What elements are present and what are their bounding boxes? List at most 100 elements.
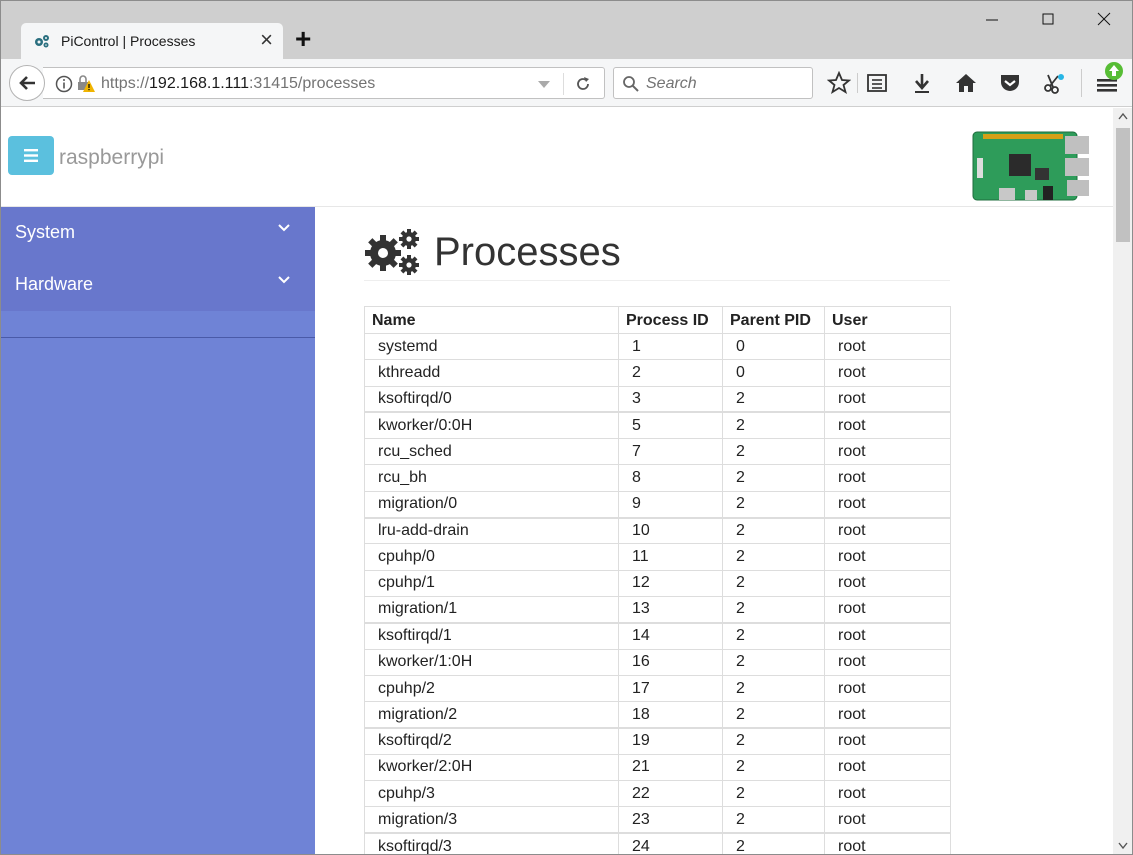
cell-parent-pid: 2 <box>722 621 825 650</box>
cell-name: cpuhp/0 <box>364 543 619 571</box>
cell-parent-pid: 2 <box>722 701 825 729</box>
cell-process-id: 9 <box>618 490 723 519</box>
cell-parent-pid: 2 <box>722 726 825 755</box>
sidebar-menu: System Hardware <box>1 207 315 311</box>
table-row: rcu_sched 7 2 root <box>364 438 951 466</box>
table-row: ksoftirqd/2 19 2 root <box>364 726 951 755</box>
search-icon <box>623 76 639 92</box>
scroll-down-icon[interactable] <box>1118 842 1128 850</box>
cell-user: root <box>824 595 951 624</box>
search-input[interactable]: Search <box>613 67 813 99</box>
cell-user: root <box>824 569 951 597</box>
table-row: kworker/1:0H 16 2 root <box>364 648 951 676</box>
web-page: raspberrypi System Hardware Processes Na… <box>1 108 1113 854</box>
table-row: migration/0 9 2 root <box>364 490 951 519</box>
cell-parent-pid: 2 <box>722 780 825 808</box>
cell-parent-pid: 2 <box>722 753 825 782</box>
bookmark-star-icon[interactable] <box>827 71 851 95</box>
maximize-icon[interactable] <box>1033 7 1063 31</box>
cell-user: root <box>824 516 951 545</box>
cell-process-id: 8 <box>618 464 723 492</box>
pocket-icon[interactable] <box>998 71 1022 95</box>
table-row: cpuhp/2 17 2 root <box>364 674 951 703</box>
scrollbar-thumb[interactable] <box>1116 128 1130 242</box>
gears-icon <box>35 35 49 48</box>
cell-name: cpuhp/1 <box>364 569 619 597</box>
chevron-down-icon <box>278 224 290 232</box>
screenshot-scissors-icon[interactable] <box>1042 71 1066 95</box>
table-row: kworker/2:0H 21 2 root <box>364 753 951 782</box>
download-icon[interactable] <box>910 71 934 95</box>
scroll-up-icon[interactable] <box>1118 112 1128 120</box>
table-row: kthreadd 2 0 root <box>364 359 951 387</box>
cell-user: root <box>824 385 951 413</box>
page-title-text: Processes <box>434 230 621 274</box>
url-dropdown-icon[interactable] <box>537 80 551 90</box>
table-row: systemd 1 0 root <box>364 332 951 361</box>
cell-name: ksoftirqd/2 <box>364 726 619 755</box>
back-arrow-icon <box>19 76 35 90</box>
info-icon[interactable] <box>55 75 73 93</box>
url-bar[interactable]: https://192.168.1.111:31415/processes <box>43 67 605 99</box>
table-row: migration/3 23 2 root <box>364 806 951 834</box>
cell-parent-pid: 0 <box>722 332 825 361</box>
cell-name: kthreadd <box>364 359 619 387</box>
cell-user: root <box>824 832 951 854</box>
table-row: migration/1 13 2 root <box>364 595 951 624</box>
sidebar-divider <box>1 337 315 338</box>
window-close-icon[interactable] <box>1089 7 1119 31</box>
brand-hostname[interactable]: raspberrypi <box>59 146 164 170</box>
cell-process-id: 17 <box>618 674 723 703</box>
table-row: cpuhp/1 12 2 root <box>364 569 951 597</box>
url-text[interactable]: https://192.168.1.111:31415/processes <box>101 75 375 93</box>
tab-close-icon[interactable]: × <box>260 29 273 51</box>
reader-list-icon[interactable] <box>865 71 889 95</box>
url-path: :31415/processes <box>248 75 376 92</box>
sidebar-item-label: System <box>15 222 76 242</box>
back-button[interactable] <box>9 65 45 101</box>
browser-window: PiControl | Processes × + https://192.16… <box>0 0 1133 855</box>
cell-process-id: 13 <box>618 595 723 624</box>
cell-name: rcu_sched <box>364 438 619 466</box>
cell-user: root <box>824 780 951 808</box>
sidebar-item-hardware[interactable]: Hardware <box>1 259 315 311</box>
cell-name: lru-add-drain <box>364 516 619 545</box>
cell-user: root <box>824 753 951 782</box>
table-row: migration/2 18 2 root <box>364 701 951 729</box>
toolbar-divider-2 <box>1081 69 1082 97</box>
toolbar-divider <box>857 73 858 93</box>
cell-process-id: 19 <box>618 726 723 755</box>
sidebar-item-system[interactable]: System <box>1 207 315 259</box>
table-row: ksoftirqd/3 24 2 root <box>364 832 951 854</box>
cell-process-id: 11 <box>618 543 723 571</box>
cell-name: ksoftirqd/1 <box>364 621 619 650</box>
cell-parent-pid: 2 <box>722 490 825 519</box>
cell-name: systemd <box>364 332 619 361</box>
cell-name: migration/2 <box>364 701 619 729</box>
cell-parent-pid: 2 <box>722 806 825 834</box>
cell-process-id: 22 <box>618 780 723 808</box>
page-title: Processes <box>364 217 950 281</box>
sidebar-toggle-button[interactable] <box>8 136 54 175</box>
minimize-icon[interactable] <box>977 7 1007 31</box>
cell-parent-pid: 2 <box>722 543 825 571</box>
cell-user: root <box>824 648 951 676</box>
cell-process-id: 24 <box>618 832 723 854</box>
cell-parent-pid: 2 <box>722 569 825 597</box>
process-table-body: systemd 1 0 root kthreadd 2 0 root ksoftirqd/0 3 2… <box>364 332 951 854</box>
reload-icon[interactable] <box>574 75 592 93</box>
cell-process-id: 3 <box>618 385 723 413</box>
cell-user: root <box>824 411 951 440</box>
insecure-lock-icon[interactable] <box>76 74 96 94</box>
tab-picontrol[interactable]: PiControl | Processes × <box>21 23 283 59</box>
vertical-scrollbar[interactable] <box>1113 108 1132 854</box>
navigation-bar: https://192.168.1.111:31415/processes Se… <box>1 59 1132 107</box>
home-icon[interactable] <box>954 71 978 95</box>
table-row: ksoftirqd/1 14 2 root <box>364 621 951 650</box>
cell-parent-pid: 2 <box>722 648 825 676</box>
cell-process-id: 23 <box>618 806 723 834</box>
new-tab-icon[interactable]: + <box>295 23 311 55</box>
cell-process-id: 12 <box>618 569 723 597</box>
site-header: raspberrypi <box>1 108 1113 207</box>
update-available-icon[interactable] <box>1104 61 1124 81</box>
